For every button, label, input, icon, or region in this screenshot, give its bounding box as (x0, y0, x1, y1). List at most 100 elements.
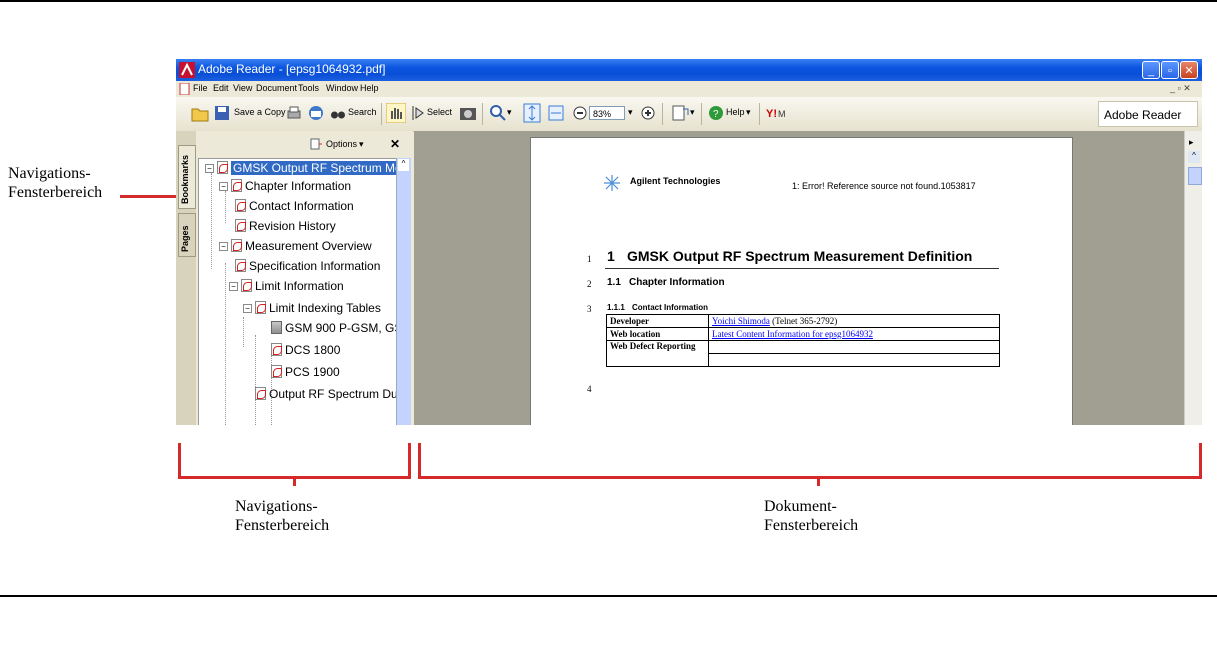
menu-document[interactable]: Document (256, 83, 297, 93)
bracket-nav-tick (293, 476, 296, 486)
bookmarks-options-bar: Options ▾ ✕ (196, 131, 413, 157)
bookmark-item[interactable]: DCS 1800 (271, 341, 340, 359)
bracket-nav-right (408, 443, 411, 479)
table-cell (708, 340, 1000, 354)
tab-pages[interactable]: Pages (178, 213, 196, 257)
heading-underline (605, 268, 999, 269)
yahoo-toolbar-icon[interactable]: Y! M (766, 105, 792, 121)
save-icon[interactable] (214, 105, 230, 121)
bookmark-icon (235, 259, 246, 272)
web-location-link[interactable]: Latest Content Information for epsg10649… (712, 329, 873, 339)
bookmark-icon (271, 365, 282, 378)
menu-file[interactable]: File (193, 83, 208, 93)
save-copy-button[interactable]: Save a Copy (234, 107, 286, 117)
bracket-doc-right (1199, 443, 1202, 479)
bookmark-item[interactable]: Revision History (235, 217, 336, 235)
fit-page-icon[interactable] (523, 103, 541, 123)
nav-tab-strip: Bookmarks Pages (176, 131, 196, 425)
options-dropdown-arrow[interactable]: ▾ (359, 139, 364, 150)
table-cell: Developer (606, 314, 709, 328)
zoom-in-icon[interactable] (490, 105, 506, 121)
close-nav-pane-icon[interactable]: ✕ (390, 137, 400, 151)
menu-view[interactable]: View (233, 83, 252, 93)
scroll-up-arrow[interactable]: ^ (398, 159, 409, 171)
menu-tools[interactable]: Tools (298, 83, 319, 93)
search-button[interactable]: Search (348, 107, 377, 117)
bookmark-icon (231, 179, 242, 192)
rotate-page-icon[interactable] (671, 104, 689, 122)
zoom-level-input[interactable]: 83% (589, 106, 625, 120)
bookmark-item[interactable]: Specification Information (235, 257, 380, 275)
minimize-button[interactable]: _ (1142, 61, 1160, 79)
bookmark-item[interactable]: − Chapter Information (219, 177, 351, 195)
help-button[interactable]: Help (726, 107, 745, 117)
scroll-right-arrow[interactable]: ▸ (1189, 137, 1194, 148)
bookmark-item[interactable]: − Limit Information (229, 277, 344, 295)
menu-edit[interactable]: Edit (213, 83, 229, 93)
bookmark-item[interactable]: − Limit Indexing Tables (243, 299, 381, 317)
document-icon (179, 83, 190, 95)
rotate-dropdown-arrow[interactable]: ▾ (690, 107, 695, 118)
navigation-pane: Bookmarks Pages Options ▾ ✕ − GMSK Output… (176, 131, 413, 425)
pdf-page: Agilent Technologies 1: Error! Reference… (530, 137, 1073, 425)
maximize-button[interactable]: ▫ (1161, 61, 1179, 79)
open-folder-icon[interactable] (191, 104, 209, 122)
fit-width-icon[interactable] (548, 105, 564, 121)
scroll-thumb[interactable] (1188, 167, 1202, 185)
adobe-app-icon (179, 62, 195, 78)
heading-3: Contact Information (632, 303, 708, 312)
bottom-rule (0, 595, 1217, 597)
help-dropdown-arrow[interactable]: ▾ (746, 107, 751, 118)
menu-window[interactable]: Window (326, 83, 358, 93)
bookmark-item[interactable]: Output RF Spectrum Due t (255, 385, 397, 403)
options-menu-button[interactable]: Options (326, 139, 357, 149)
tree-connector (255, 335, 256, 425)
print-icon[interactable] (286, 105, 302, 121)
nav-scrollbar[interactable]: ^ (396, 158, 411, 425)
close-button[interactable]: ✕ (1180, 61, 1198, 79)
zoom-level-arrow[interactable]: ▾ (628, 107, 633, 118)
select-button[interactable]: Select (427, 107, 452, 117)
hand-tool-icon[interactable] (386, 103, 406, 123)
help-icon[interactable]: ? (708, 105, 724, 121)
snapshot-icon[interactable] (459, 105, 477, 121)
scroll-up-arrow[interactable]: ^ (1188, 151, 1200, 163)
bracket-doc-tick (817, 476, 820, 486)
adobe-reader-brand: Adobe Reader 7.0 (1098, 101, 1198, 148)
company-name: Agilent Technologies (630, 176, 721, 186)
document-pane: Agilent Technologies 1: Error! Reference… (414, 131, 1202, 425)
bookmarks-tree: −GMSK Output RF Spectrum Measu −Chapter … (198, 158, 398, 425)
doc-window-controls[interactable]: _ ▫ ✕ (1170, 83, 1191, 94)
contact-table: Developer Yoichi Shimoda (Telnet 365-279… (606, 314, 1000, 367)
callout-left: Navigations- Fensterbereich (8, 165, 103, 201)
line-number: 4 (587, 384, 592, 394)
menu-help[interactable]: Help (360, 83, 379, 93)
zoom-dropdown-arrow[interactable]: ▾ (507, 107, 512, 118)
table-cell (708, 353, 1000, 367)
line-number: 2 (587, 279, 592, 289)
zoom-out-icon[interactable] (572, 105, 588, 121)
select-cursor-icon[interactable] (411, 105, 425, 121)
zoom-in-plus-icon[interactable] (640, 105, 656, 121)
page-icon (271, 321, 282, 334)
toolbar-separator (701, 103, 702, 125)
bookmark-item[interactable]: PCS 1900 (271, 363, 340, 381)
bookmark-item[interactable]: Contact Information (235, 197, 354, 215)
table-row: Developer Yoichi Shimoda (Telnet 365-279… (606, 314, 1000, 328)
email-icon[interactable] (308, 105, 324, 121)
document-scrollbar[interactable]: ▸ ^ (1184, 131, 1202, 425)
bookmark-item[interactable]: − Measurement Overview (219, 237, 372, 255)
binoculars-icon[interactable] (330, 105, 346, 121)
bookmark-icon (217, 161, 228, 174)
tab-bookmarks[interactable]: Bookmarks (178, 145, 196, 209)
bookmark-item[interactable]: −GMSK Output RF Spectrum Measu (205, 159, 397, 177)
developer-link[interactable]: Yoichi Shimoda (712, 316, 770, 326)
table-cell: Web location (606, 327, 709, 341)
options-icon (310, 138, 322, 150)
table-cell: Yoichi Shimoda (Telnet 365-2792) (708, 314, 1000, 328)
tree-connector (243, 317, 244, 347)
tree-connector (225, 191, 226, 223)
bookmark-item[interactable]: GSM 900 P-GSM, GSM (271, 319, 397, 337)
svg-text:Y!: Y! (766, 108, 777, 120)
bookmark-icon (255, 387, 266, 400)
